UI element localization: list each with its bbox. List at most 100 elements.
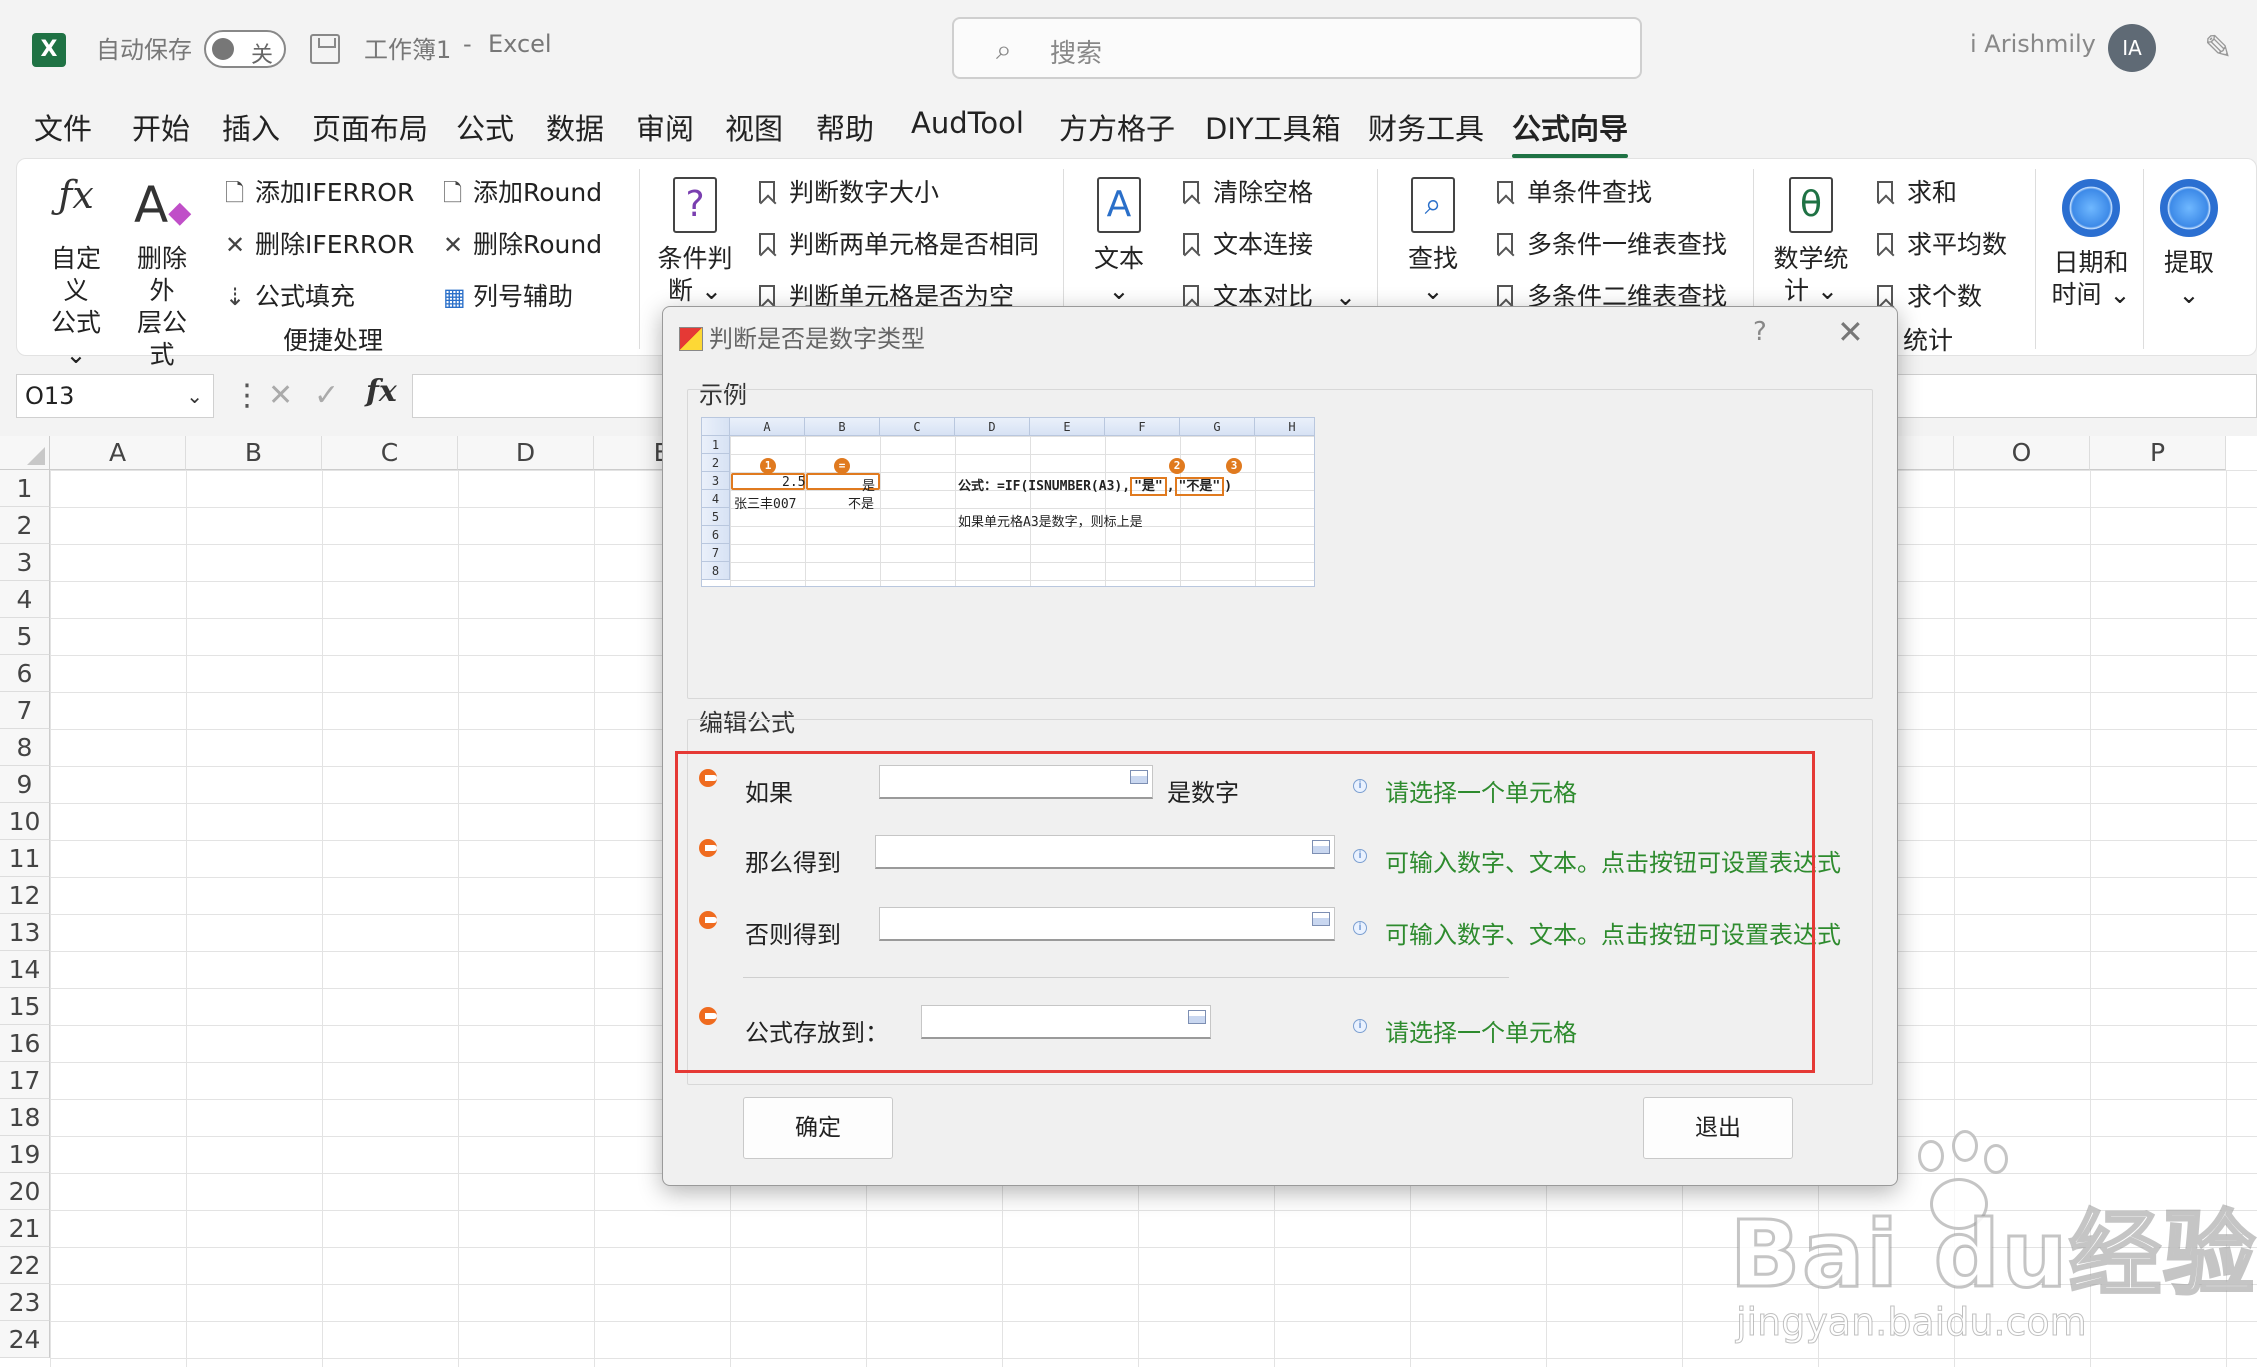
- row-header[interactable]: 20: [0, 1173, 50, 1210]
- close-icon[interactable]: ✕: [1837, 313, 1864, 351]
- row-header[interactable]: 6: [0, 655, 50, 692]
- row-header[interactable]: 22: [0, 1247, 50, 1284]
- row-header[interactable]: 9: [0, 766, 50, 803]
- delete-iferror-button[interactable]: ✕ 删除IFERROR: [225, 225, 414, 261]
- chevron-down-icon[interactable]: ⌄: [186, 375, 203, 417]
- custom-formula-button[interactable]: ƒx 自定义 公式 ⌄: [43, 173, 109, 371]
- tab-home[interactable]: 开始: [132, 106, 190, 148]
- row-header[interactable]: 8: [0, 729, 50, 766]
- insert-function-icon[interactable]: fx: [366, 374, 397, 409]
- condition-judge-button[interactable]: ? 条件判 断 ⌄: [657, 173, 733, 307]
- sum-button[interactable]: 求和: [1877, 173, 1957, 209]
- delete-round-label: 删除Round: [473, 230, 603, 259]
- row-header[interactable]: 3: [0, 544, 50, 581]
- row-header[interactable]: 16: [0, 1025, 50, 1062]
- theta-doc-icon: θ: [1789, 177, 1833, 233]
- multi-1d-lookup-button[interactable]: 多条件一维表查找: [1497, 225, 1727, 261]
- formula-fill-button[interactable]: ⇣ 公式填充: [225, 277, 355, 313]
- example-badge-2: 2: [1169, 458, 1185, 474]
- tab-diy-toolbox[interactable]: DIY工具箱: [1205, 106, 1341, 148]
- row-header[interactable]: 21: [0, 1210, 50, 1247]
- row-header[interactable]: 19: [0, 1136, 50, 1173]
- tab-audtool[interactable]: AudTool: [911, 106, 1024, 140]
- tab-page-layout[interactable]: 页面布局: [312, 106, 428, 148]
- save-icon[interactable]: [310, 34, 340, 64]
- more-vertical-icon[interactable]: ⋮: [232, 378, 262, 413]
- delete-round-button[interactable]: ✕ 删除Round: [443, 225, 602, 261]
- datetime-button[interactable]: 日期和 时间 ⌄: [2047, 173, 2135, 311]
- pen-icon[interactable]: ✎: [2204, 28, 2233, 68]
- row-header[interactable]: 11: [0, 840, 50, 877]
- title-bar: X 自动保存 关 工作簿1 - Excel ⌕ 搜索 i Arishmily I…: [0, 0, 2257, 98]
- column-header-a[interactable]: A: [50, 436, 186, 470]
- tab-help[interactable]: 帮助: [816, 106, 874, 148]
- text-button[interactable]: A 文本 ⌄: [1087, 173, 1151, 307]
- text-concat-button[interactable]: 文本连接: [1183, 225, 1313, 261]
- tab-insert[interactable]: 插入: [222, 106, 280, 148]
- document-title: 工作簿1: [364, 36, 452, 64]
- row-header[interactable]: 18: [0, 1099, 50, 1136]
- math-stats-button[interactable]: θ 数学统 计 ⌄: [1773, 173, 1849, 307]
- ok-button[interactable]: 确定: [743, 1097, 893, 1159]
- row-header[interactable]: 23: [0, 1284, 50, 1321]
- column-header-c[interactable]: C: [322, 436, 458, 470]
- row-header[interactable]: 10: [0, 803, 50, 840]
- help-button[interactable]: ?: [1753, 317, 1767, 347]
- single-lookup-button[interactable]: 单条件查找: [1497, 173, 1652, 209]
- cancel-icon[interactable]: ✕: [268, 378, 293, 413]
- name-box[interactable]: O13 ⌄: [16, 374, 214, 418]
- row-header[interactable]: 15: [0, 988, 50, 1025]
- average-button[interactable]: 求平均数: [1877, 225, 2007, 261]
- tab-formulas[interactable]: 公式: [456, 106, 514, 148]
- column-header-b[interactable]: B: [186, 436, 322, 470]
- confirm-icon[interactable]: ✓: [314, 378, 339, 413]
- avatar[interactable]: IA: [2108, 24, 2156, 72]
- delete-x-icon: ✕: [225, 231, 246, 259]
- judge-two-same-button[interactable]: 判断两单元格是否相同: [759, 225, 1039, 261]
- add-round-button[interactable]: 🗋 添加Round: [443, 173, 602, 217]
- tab-file[interactable]: 文件: [34, 106, 92, 148]
- row-header[interactable]: 13: [0, 914, 50, 951]
- extract-button[interactable]: 提取 ⌄: [2157, 173, 2221, 311]
- judge-number-size-button[interactable]: 判断数字大小: [759, 173, 939, 209]
- excel-logo-icon: X: [32, 33, 66, 67]
- math-stats-label-1: 数学统: [1773, 244, 1849, 273]
- clear-space-label: 清除空格: [1213, 178, 1314, 207]
- magnifier-doc-icon: ⌕: [1411, 177, 1455, 233]
- row-header[interactable]: 17: [0, 1062, 50, 1099]
- example-formula-suffix: ): [1224, 479, 1233, 494]
- column-helper-button[interactable]: ▦ 列号辅助: [443, 277, 573, 313]
- row-header[interactable]: 4: [0, 581, 50, 618]
- remove-outer-formula-button[interactable]: A◆ 删除外 层公式: [129, 173, 195, 371]
- lookup-chevron-icon: ⌄: [1422, 276, 1444, 305]
- lookup-button[interactable]: ⌕ 查找 ⌄: [1401, 173, 1465, 307]
- example-col-h: H: [1255, 418, 1314, 436]
- column-header-p[interactable]: P: [2090, 436, 2226, 470]
- example-formula-comma: ,: [1166, 479, 1175, 494]
- row-header[interactable]: 12: [0, 877, 50, 914]
- row-header[interactable]: 14: [0, 951, 50, 988]
- delete-x-icon: ✕: [443, 231, 464, 259]
- add-iferror-button[interactable]: 🗋 添加IFERROR: [225, 173, 414, 217]
- example-col-c: C: [880, 418, 955, 436]
- select-all-corner[interactable]: [0, 436, 50, 470]
- column-header-d[interactable]: D: [458, 436, 594, 470]
- row-header[interactable]: 24: [0, 1321, 50, 1358]
- column-header-o[interactable]: O: [1954, 436, 2090, 470]
- tab-formula-wizard[interactable]: 公式向导: [1512, 106, 1629, 158]
- search-box[interactable]: ⌕ 搜索: [952, 17, 1642, 79]
- row-header[interactable]: 1: [0, 470, 50, 507]
- add-doc-icon: 🗋: [443, 179, 463, 207]
- tab-fangfang[interactable]: 方方格子: [1059, 106, 1175, 148]
- fill-icon: ⇣: [225, 283, 246, 311]
- row-header[interactable]: 7: [0, 692, 50, 729]
- app-name: Excel: [488, 30, 552, 58]
- clear-space-button[interactable]: 清除空格: [1183, 173, 1313, 209]
- row-header[interactable]: 2: [0, 507, 50, 544]
- tab-view[interactable]: 视图: [725, 106, 783, 148]
- tab-review[interactable]: 审阅: [636, 106, 694, 148]
- autosave-toggle[interactable]: 关: [204, 30, 286, 68]
- row-header[interactable]: 5: [0, 618, 50, 655]
- tab-data[interactable]: 数据: [546, 106, 604, 148]
- tab-finance-tools[interactable]: 财务工具: [1368, 106, 1484, 148]
